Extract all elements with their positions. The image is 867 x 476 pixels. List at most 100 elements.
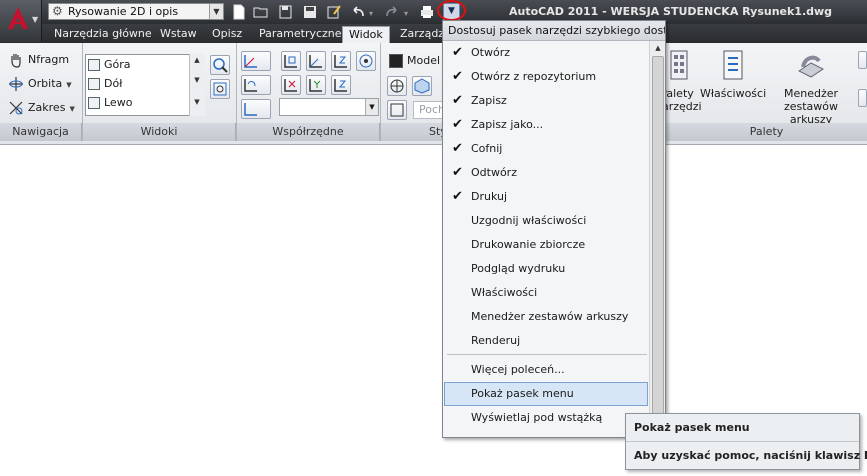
sheet-set-manager-icon — [797, 49, 825, 81]
views-gallery-scrollbar[interactable]: ▲ ▼ ▼ — [189, 54, 205, 116]
menu-item-pokaz-pasek-menu[interactable]: Pokaż pasek menu — [444, 382, 648, 406]
undo-icon[interactable] — [350, 4, 366, 20]
publish-icon[interactable] — [326, 4, 342, 20]
ucs-z-icon[interactable] — [331, 75, 351, 95]
tab-narzedzia-glowne[interactable]: Narzędzia główne — [48, 26, 158, 43]
panel-title-navigation[interactable]: Nawigacja — [0, 123, 82, 141]
checkmark-icon: ✔ — [452, 117, 463, 132]
tool-palettes-icon — [663, 49, 691, 81]
save-icon[interactable] — [302, 4, 318, 20]
menu-item-podglad-wydruku[interactable]: Podgląd wydruku — [444, 257, 648, 281]
chevron-down-icon[interactable]: ▼ — [190, 76, 204, 84]
ucs-z-axis-icon[interactable] — [331, 51, 351, 71]
menu-item-label: Pokaż pasek menu — [471, 387, 574, 400]
tab-parametryczne[interactable]: Parametryczne — [253, 26, 348, 43]
ucs-combo[interactable]: ▼ — [279, 98, 379, 116]
model-space-button[interactable]: Model s — [387, 51, 443, 71]
orbit-label: Orbita — [28, 77, 63, 90]
menu-item-odtworz[interactable]: ✔ Odtwórz — [444, 161, 648, 185]
menu-item-zapisz-jako[interactable]: ✔ Zapisz jako... — [444, 113, 648, 137]
menu-item-wiecej-polecen[interactable]: Więcej poleceń... — [444, 358, 648, 382]
menu-item-drukuj[interactable]: ✔ Drukuj — [444, 185, 648, 209]
view-manager-icon[interactable] — [210, 79, 230, 99]
tab-wstaw[interactable]: Wstaw — [154, 26, 203, 43]
orbit-button[interactable]: Orbita ▼ — [8, 75, 72, 93]
menu-item-menedzer-zestawow-arkuszy[interactable]: Menedżer zestawów arkuszy — [444, 305, 648, 329]
ucs-named-icon[interactable] — [241, 99, 271, 119]
view-cube-top-icon — [88, 59, 100, 71]
tab-widok[interactable]: Widok — [342, 26, 390, 43]
visual-style-icon[interactable] — [387, 76, 407, 96]
ucs-rotate-icon[interactable] — [241, 75, 271, 95]
ucs-world-icon[interactable] — [281, 51, 301, 71]
expand-gallery-icon[interactable]: ▼ — [190, 98, 204, 106]
sheet-set-manager-button[interactable]: Menedżer zestawów arkuszy — [766, 49, 856, 126]
redo-dropdown-icon[interactable]: ▾ — [404, 9, 408, 18]
menu-item-label: Zapisz jako... — [471, 118, 544, 131]
menu-item-label: Cofnij — [471, 142, 503, 155]
chevron-up-icon[interactable]: ▲ — [190, 56, 204, 64]
plot-icon[interactable] — [419, 4, 435, 20]
tooltip-divider — [626, 441, 859, 442]
tab-opisz[interactable]: Opisz — [206, 26, 248, 43]
chevron-down-icon[interactable]: ▼ — [66, 81, 71, 89]
save-as-icon[interactable] — [278, 4, 294, 20]
menu-item-label: Zapisz — [471, 94, 507, 107]
views-gallery[interactable]: Góra Dół Lewo — [85, 54, 205, 116]
view-label: Dół — [104, 77, 123, 90]
menu-item-otworz[interactable]: ✔ Otwórz — [444, 41, 648, 65]
workspace-selector[interactable]: ⚙ Rysowanie 2D i opis ▼ — [48, 3, 224, 20]
menu-item-wlasciwosci[interactable]: Właściwości — [444, 281, 648, 305]
ucs-x-icon[interactable] — [281, 75, 301, 95]
chevron-up-icon[interactable]: ▲ — [651, 41, 665, 55]
menu-item-renderuj[interactable]: Renderuj — [444, 329, 648, 353]
palette-extra-icon-2[interactable] — [858, 89, 867, 107]
ucs-y-icon[interactable] — [306, 75, 326, 95]
view-item-gora[interactable]: Góra — [88, 56, 131, 74]
view-item-dol[interactable]: Dół — [88, 75, 122, 93]
menu-separator — [447, 354, 647, 355]
properties-button[interactable]: Właściwości — [700, 49, 766, 100]
ucs-view-icon[interactable] — [356, 51, 376, 71]
ucs-icon[interactable] — [241, 51, 271, 71]
pan-hand-icon — [8, 52, 24, 68]
panel-title-palettes[interactable]: Palety — [666, 123, 867, 141]
named-views-icon[interactable] — [210, 55, 230, 75]
menu-item-otworz-z-repozytorium[interactable]: ✔ Otwórz z repozytorium — [444, 65, 648, 89]
panel-title-styles[interactable]: Sty — [381, 123, 447, 141]
menu-item-wyswietlaj-pod-wstazka[interactable]: Wyświetlaj pod wstążką — [444, 406, 648, 430]
chevron-down-icon[interactable]: ▼ — [69, 105, 74, 113]
pan-button[interactable]: Nfragm — [8, 51, 69, 69]
menu-item-cofnij[interactable]: ✔ Cofnij — [444, 137, 648, 161]
panel-title-coordinates[interactable]: Współrzędne — [237, 123, 380, 141]
chevron-down-icon[interactable]: ▼ — [209, 4, 223, 19]
highlight-circle — [437, 0, 466, 21]
menu-item-label: Właściwości — [471, 286, 538, 299]
zoom-extents-button[interactable]: Zakres ▼ — [8, 99, 75, 117]
properties-label-1: Właściwości — [700, 87, 767, 100]
zoom-extents-icon — [8, 100, 24, 116]
application-menu-button[interactable]: ▼ — [0, 0, 42, 42]
box-icon[interactable] — [387, 100, 407, 120]
menu-item-zapisz[interactable]: ✔ Zapisz — [444, 89, 648, 113]
properties-icon — [719, 49, 747, 81]
ucs-origin-icon[interactable] — [306, 51, 326, 71]
menu-item-label: Drukowanie zbiorcze — [471, 238, 586, 251]
menu-item-label: Drukuj — [471, 190, 508, 203]
style-search-field[interactable]: Poch — [413, 101, 443, 119]
palette-extra-icon[interactable] — [858, 51, 867, 69]
new-icon[interactable] — [231, 4, 247, 20]
scrollbar-thumb[interactable] — [652, 56, 664, 430]
shaded-icon[interactable] — [412, 76, 432, 96]
view-label: Lewo — [104, 96, 133, 109]
undo-dropdown-icon[interactable]: ▾ — [369, 9, 373, 18]
redo-icon[interactable] — [384, 4, 400, 20]
panel-title-views[interactable]: Widoki — [83, 123, 236, 141]
menu-item-uzgodnij-wlasciwosci[interactable]: Uzgodnij właściwości — [444, 209, 648, 233]
open-icon[interactable] — [253, 4, 269, 20]
menu-item-drukowanie-zbiorcze[interactable]: Drukowanie zbiorcze — [444, 233, 648, 257]
orbit-icon — [8, 76, 24, 92]
menu-scrollbar[interactable]: ▲ — [649, 41, 665, 437]
chevron-down-icon[interactable]: ▼ — [365, 99, 378, 115]
view-item-lewo[interactable]: Lewo — [88, 94, 132, 112]
